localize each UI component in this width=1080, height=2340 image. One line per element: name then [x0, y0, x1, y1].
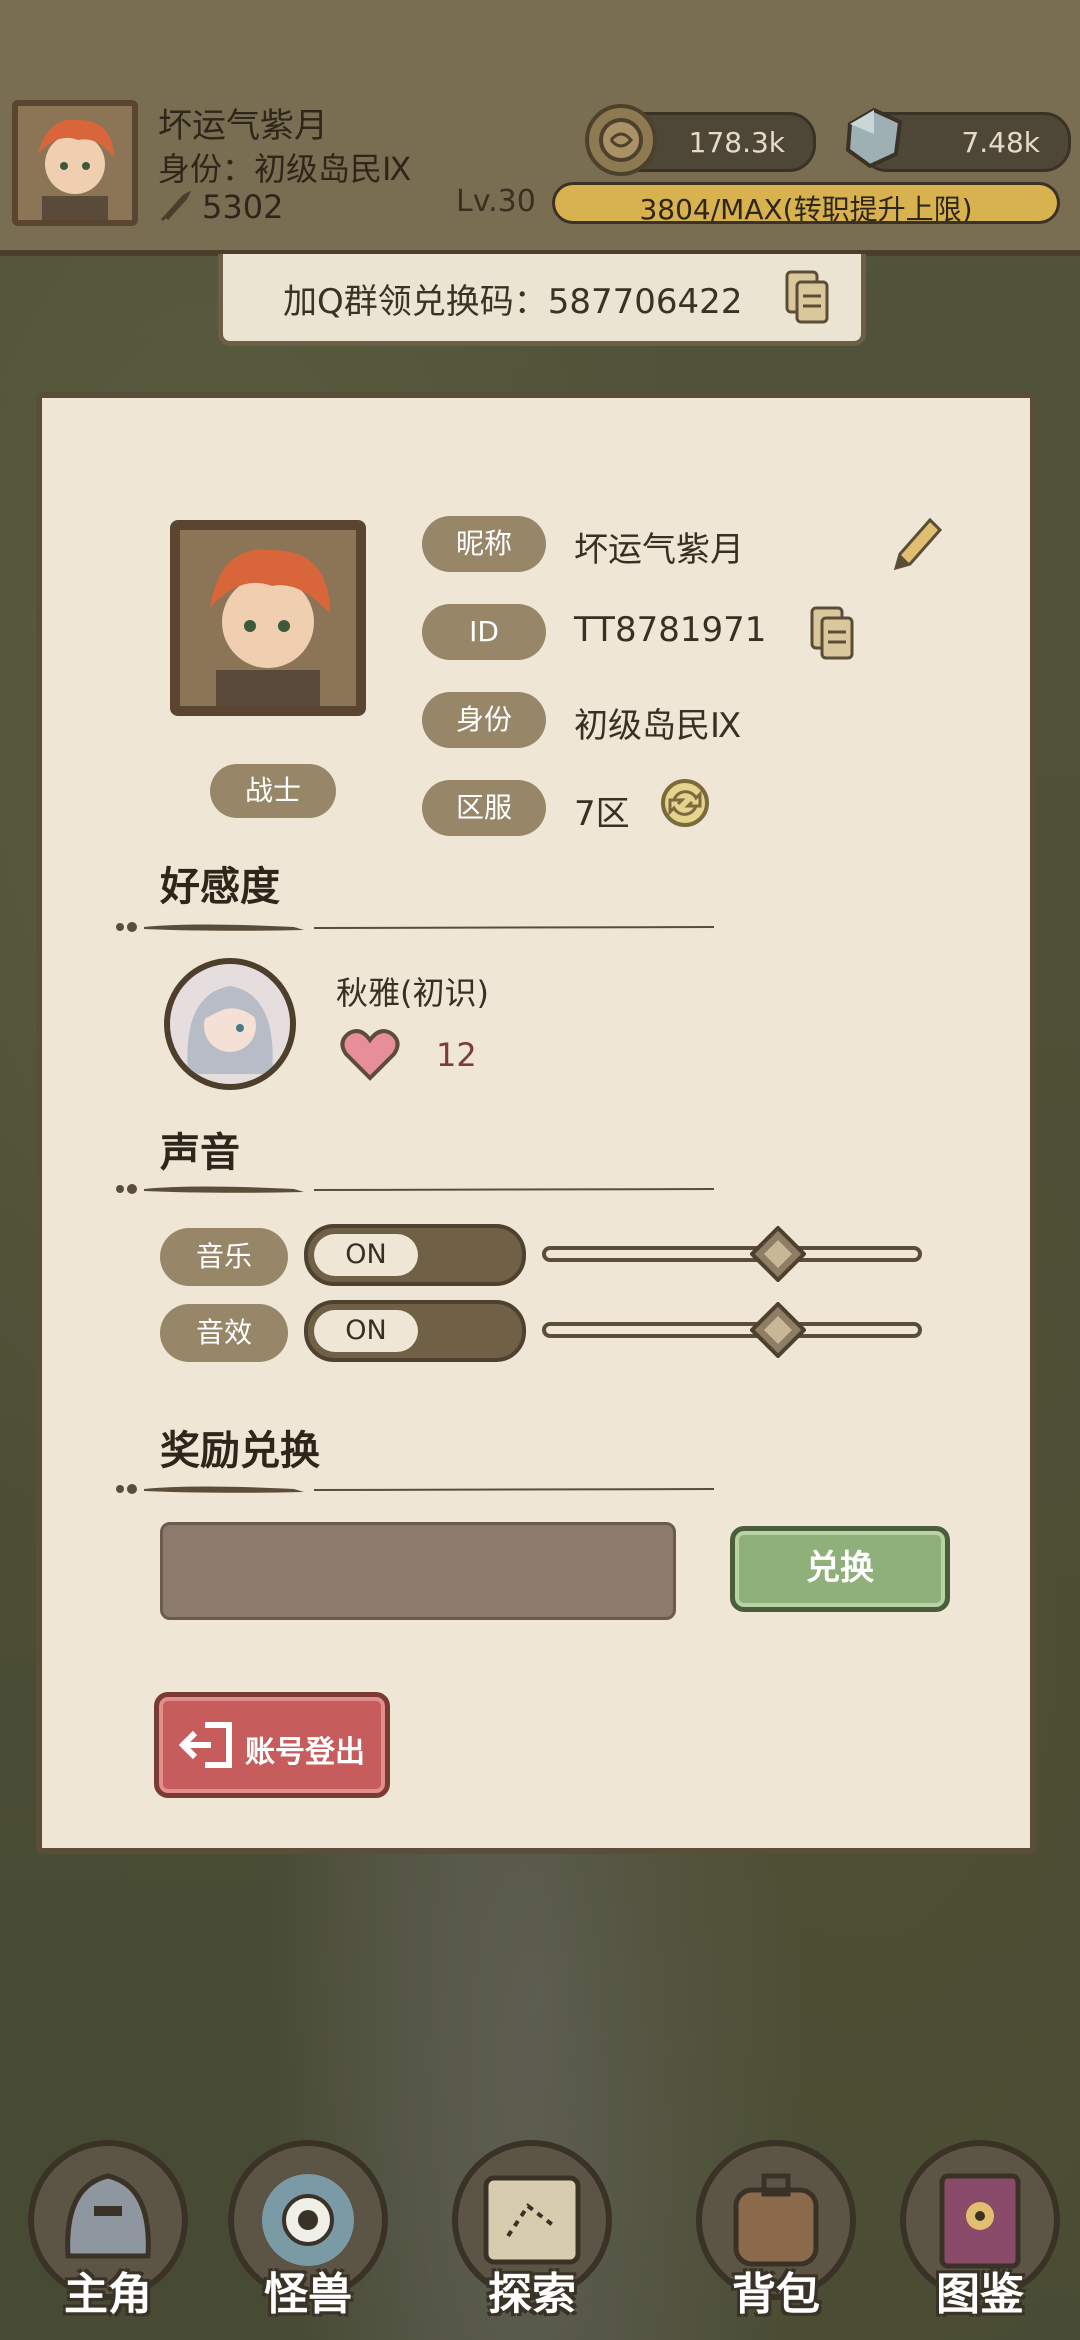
section-divider — [116, 922, 714, 932]
nav-label-codex: 图鉴 — [936, 2269, 1024, 2320]
player-name: 坏运气紫月 — [158, 106, 328, 146]
identity-label: 身份 — [422, 692, 546, 748]
bottom-navigation: 主角 怪兽 探索 背包 图鉴 — [0, 2130, 1080, 2340]
gold-value: 178.3k — [688, 126, 785, 159]
favor-section-title: 好感度 — [160, 864, 280, 910]
logout-icon — [179, 1722, 232, 1768]
class-badge: 战士 — [210, 764, 336, 818]
sfx-toggle[interactable]: ON — [304, 1300, 526, 1362]
sfx-slider-thumb[interactable] — [749, 1302, 806, 1358]
nav-label-monster: 怪兽 — [264, 2269, 352, 2320]
sound-section-title: 声音 — [160, 1130, 240, 1176]
nav-label-bag: 背包 — [732, 2269, 820, 2320]
heart-icon — [340, 1029, 400, 1081]
music-toggle-state: ON — [314, 1234, 418, 1276]
music-slider-thumb[interactable] — [749, 1226, 806, 1282]
xp-text: 3804/MAX(转职提升上限) — [639, 193, 973, 224]
copy-icon[interactable] — [783, 268, 831, 326]
logout-button[interactable]: 账号登出 — [154, 1692, 390, 1798]
profile-settings-dialog: 战士 昵称 坏运气紫月 ID TT8781971 身份 初级岛民Ⅸ 区服 7区 … — [36, 392, 1036, 1854]
id-value: TT8781971 — [574, 610, 767, 650]
identity-value: 初级岛民Ⅸ — [574, 706, 742, 746]
logout-label: 账号登出 — [245, 1735, 365, 1770]
redeem-button[interactable]: 兑换 — [730, 1526, 950, 1612]
reward-section-title: 奖励兑换 — [160, 1428, 320, 1474]
sword-icon — [160, 190, 192, 222]
sfx-volume-slider[interactable] — [542, 1322, 922, 1338]
switch-server-icon[interactable] — [658, 776, 712, 830]
nav-label-explore: 探索 — [488, 2269, 576, 2320]
nav-item-explore[interactable]: 探索 — [432, 2140, 632, 2340]
coin-icon — [585, 104, 657, 176]
nav-item-codex[interactable]: 图鉴 — [880, 2140, 1080, 2340]
npc-name: 秋雅(初识) — [336, 974, 489, 1012]
player-identity: 身份：初级岛民Ⅸ — [158, 150, 412, 188]
server-label: 区服 — [422, 780, 546, 836]
section-divider — [116, 1184, 714, 1194]
section-divider — [116, 1484, 714, 1494]
id-label: ID — [422, 604, 546, 660]
nickname-value: 坏运气紫月 — [574, 530, 744, 570]
music-volume-slider[interactable] — [542, 1246, 922, 1262]
favor-value: 12 — [436, 1036, 477, 1074]
nav-item-monster[interactable]: 怪兽 — [208, 2140, 408, 2340]
top-bar: 坏运气紫月 身份：初级岛民Ⅸ 5302 178.3k 7.48k Lv.30 3… — [0, 0, 1080, 256]
redeem-code-banner: 加Q群领兑换码：587706422 — [218, 254, 866, 346]
server-value: 7区 — [574, 794, 630, 834]
stone-icon — [845, 107, 903, 169]
combat-power: 5302 — [202, 188, 284, 226]
music-toggle[interactable]: ON — [304, 1224, 526, 1286]
sfx-toggle-state: ON — [314, 1310, 418, 1352]
nickname-label: 昵称 — [422, 516, 546, 572]
nav-label-hero: 主角 — [64, 2269, 152, 2320]
redeem-code-input[interactable] — [160, 1522, 676, 1620]
edit-pencil-icon[interactable] — [888, 510, 944, 576]
music-label: 音乐 — [160, 1228, 288, 1286]
nav-item-bag[interactable]: 背包 — [676, 2140, 876, 2340]
redeem-code-text: 加Q群领兑换码：587706422 — [283, 282, 743, 322]
profile-avatar[interactable] — [170, 520, 366, 716]
level-label: Lv.30 — [456, 184, 536, 219]
nav-item-hero[interactable]: 主角 — [8, 2140, 208, 2340]
npc-avatar[interactable] — [164, 958, 296, 1090]
copy-id-icon[interactable] — [808, 604, 856, 662]
gem-value: 7.48k — [961, 126, 1040, 159]
player-avatar[interactable] — [12, 100, 138, 226]
xp-bar: 3804/MAX(转职提升上限) — [552, 182, 1060, 224]
sfx-label: 音效 — [160, 1304, 288, 1362]
